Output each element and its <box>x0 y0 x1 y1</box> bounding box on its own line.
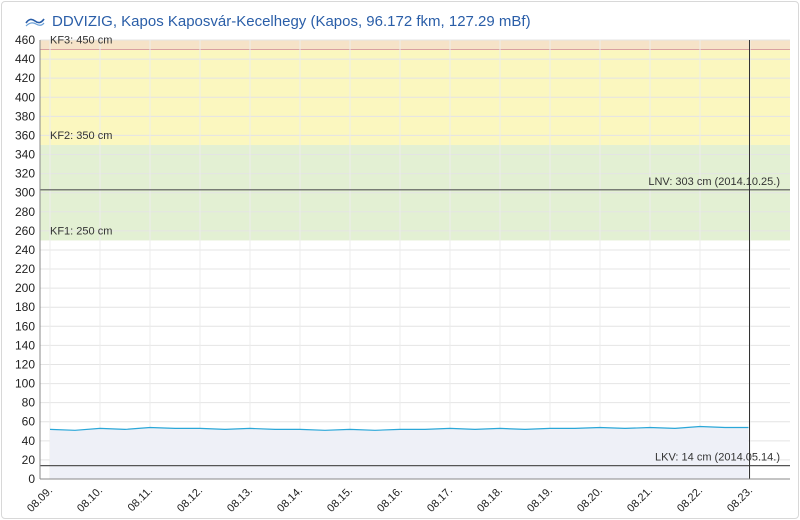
y-tick-label: 320 <box>15 167 35 181</box>
y-tick-label: 80 <box>22 396 36 410</box>
band-label: KF1: 250 cm <box>50 225 112 237</box>
x-tick-label: 08.09. <box>25 485 55 515</box>
y-tick-label: 60 <box>22 415 36 429</box>
reference-line-label: LKV: 14 cm (2014.05.14.) <box>655 452 780 464</box>
y-tick-label: 20 <box>22 453 36 467</box>
x-tick-label: 08.13. <box>225 485 255 515</box>
y-tick-label: 100 <box>15 377 35 391</box>
y-tick-label: 340 <box>15 148 35 162</box>
x-tick-label: 08.12. <box>175 485 205 515</box>
y-tick-label: 260 <box>15 224 35 238</box>
reference-line-label: LNV: 303 cm (2014.10.25.) <box>648 176 780 188</box>
x-tick-label: 08.10. <box>75 485 105 515</box>
y-tick-label: 180 <box>15 300 35 314</box>
x-tick-label: 08.11. <box>126 485 156 515</box>
y-tick-label: 440 <box>15 52 35 66</box>
y-tick-label: 400 <box>15 90 35 104</box>
x-tick-label: 08.14. <box>275 485 305 515</box>
x-tick-label: 08.15. <box>325 485 355 515</box>
y-tick-label: 380 <box>15 109 35 123</box>
x-tick-label: 08.18. <box>475 485 505 515</box>
y-tick-label: 200 <box>15 281 35 295</box>
x-tick-label: 08.19. <box>525 485 555 515</box>
threshold-band-3 <box>40 40 790 50</box>
x-tick-label: 08.23. <box>725 485 755 515</box>
y-tick-label: 220 <box>15 262 35 276</box>
band-label: KF3: 450 cm <box>50 35 112 47</box>
y-tick-label: 140 <box>15 338 35 352</box>
x-tick-label: 08.22. <box>675 485 705 515</box>
y-tick-label: 300 <box>15 186 35 200</box>
series-area <box>50 426 749 479</box>
y-tick-label: 280 <box>15 205 35 219</box>
y-tick-label: 120 <box>15 357 35 371</box>
y-tick-label: 420 <box>15 71 35 85</box>
x-tick-label: 08.21. <box>625 485 655 515</box>
water-level-chart: LNV: 303 cm (2014.10.25.) LKV: 14 cm (201… <box>15 33 790 515</box>
y-tick-label: 40 <box>22 434 36 448</box>
band-label: KF2: 350 cm <box>50 130 112 142</box>
x-tick-label: 08.20. <box>575 485 605 515</box>
x-tick-label: 08.17. <box>425 485 455 515</box>
y-tick-label: 0 <box>28 472 35 486</box>
y-tick-label: 360 <box>15 128 35 142</box>
x-tick-label: 08.16. <box>375 485 405 515</box>
y-tick-label: 460 <box>15 33 35 47</box>
y-tick-label: 160 <box>15 319 35 333</box>
y-tick-label: 240 <box>15 243 35 257</box>
